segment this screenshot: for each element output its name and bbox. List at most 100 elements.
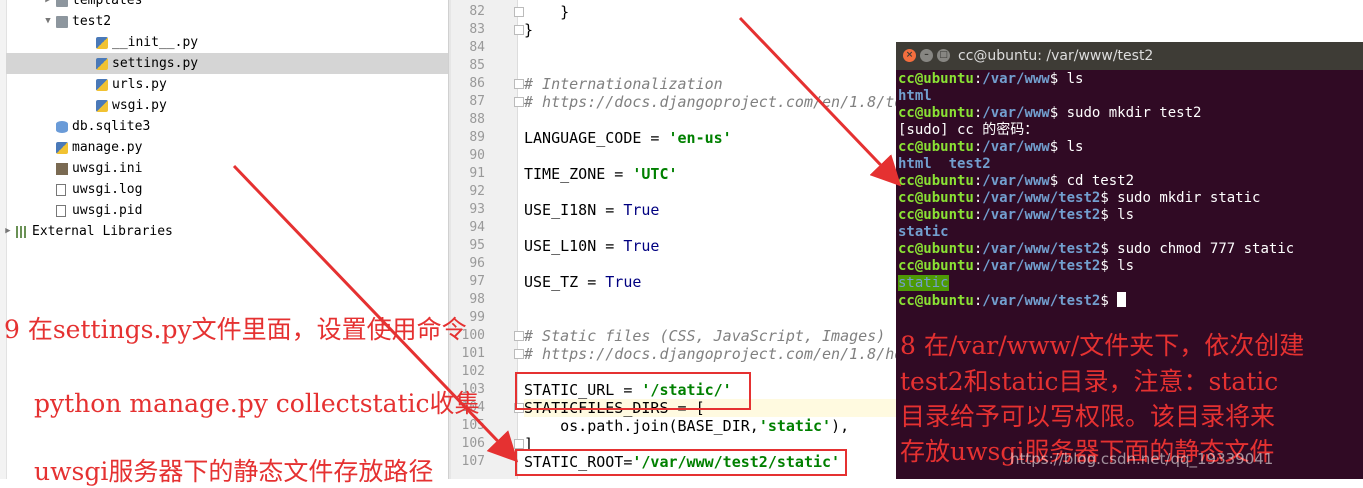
tree-item-label: uwsgi.ini bbox=[72, 161, 143, 176]
terminal-command-line: cc@ubuntu:/var/www$ cd test2 bbox=[898, 173, 1135, 189]
python-file-icon bbox=[96, 79, 108, 91]
terminal-output-line: html test2 bbox=[898, 156, 991, 172]
line-number: 86 bbox=[469, 76, 485, 91]
tree-item[interactable]: ▼ test2 bbox=[6, 11, 450, 32]
tree-item[interactable]: uwsgi.ini bbox=[6, 158, 450, 179]
tree-item-label: templates bbox=[72, 0, 143, 8]
library-icon bbox=[16, 226, 28, 238]
terminal-output-line: html bbox=[898, 88, 932, 104]
fold-marker-icon[interactable] bbox=[514, 7, 524, 17]
folder-icon bbox=[56, 0, 68, 7]
tree-item[interactable]: ▶ templates bbox=[6, 0, 450, 11]
tree-item[interactable]: uwsgi.log bbox=[6, 179, 450, 200]
terminal-command-line: cc@ubuntu:/var/www/test2$ sudo mkdir sta… bbox=[898, 190, 1261, 206]
fold-marker-icon[interactable] bbox=[514, 25, 524, 35]
python-file-icon bbox=[96, 37, 108, 49]
line-number: 89 bbox=[469, 130, 485, 145]
text-file-icon bbox=[56, 184, 66, 196]
code-line[interactable]: LANGUAGE_CODE = 'en-us' bbox=[524, 129, 732, 147]
code-line[interactable]: TIME_ZONE = 'UTC' bbox=[524, 165, 678, 183]
terminal-output-line: static bbox=[898, 224, 949, 240]
database-icon bbox=[56, 121, 68, 133]
line-number: 95 bbox=[469, 238, 485, 253]
chevron-right-icon[interactable]: ▶ bbox=[42, 0, 54, 11]
tree-item[interactable]: uwsgi.pid bbox=[6, 200, 450, 221]
chevron-down-icon[interactable]: ▼ bbox=[42, 11, 54, 32]
line-number: 82 bbox=[469, 4, 485, 19]
code-line[interactable]: } bbox=[524, 3, 569, 21]
terminal-command-line: cc@ubuntu:/var/www$ ls bbox=[898, 139, 1084, 155]
line-number: 87 bbox=[469, 94, 485, 109]
chevron-right-icon[interactable]: ▶ bbox=[2, 221, 14, 242]
tree-item-label: db.sqlite3 bbox=[72, 119, 151, 134]
tree-item-label: wsgi.py bbox=[112, 98, 167, 113]
python-file-icon bbox=[96, 58, 108, 70]
code-line[interactable]: # Static files (CSS, JavaScript, Images) bbox=[524, 327, 885, 345]
line-number: 98 bbox=[469, 292, 485, 307]
text-file-icon bbox=[56, 205, 66, 217]
annotation-step8-line1: 8 在/var/www/文件夹下，依次创建 bbox=[900, 331, 1305, 360]
line-number: 101 bbox=[461, 346, 485, 361]
line-number: 85 bbox=[469, 58, 485, 73]
annotation-step9-line2: python manage.py collectstatic收集 bbox=[34, 389, 480, 418]
code-line[interactable]: } bbox=[524, 21, 533, 39]
code-line[interactable]: USE_TZ = True bbox=[524, 273, 641, 291]
line-number: 91 bbox=[469, 166, 485, 181]
config-file-icon bbox=[56, 163, 68, 175]
python-file-icon bbox=[56, 142, 68, 154]
tree-item[interactable]: __init__.py bbox=[6, 32, 450, 53]
maximize-icon[interactable]: □ bbox=[937, 49, 950, 62]
tree-item[interactable]: wsgi.py bbox=[6, 95, 450, 116]
annotation-step8-line3: 目录给予可以写权限。该目录将来 bbox=[900, 402, 1276, 431]
line-number: 83 bbox=[469, 22, 485, 37]
minimize-icon[interactable]: – bbox=[920, 49, 933, 62]
line-number: 107 bbox=[461, 454, 485, 469]
tree-item-label: External Libraries bbox=[32, 224, 173, 239]
terminal-command-line: cc@ubuntu:/var/www/test2$ ls bbox=[898, 207, 1135, 223]
fold-marker-icon[interactable] bbox=[514, 79, 524, 89]
code-line[interactable]: USE_L10N = True bbox=[524, 237, 659, 255]
watermark: https://blog.csdn.net/qq_19339041 bbox=[1010, 450, 1274, 468]
tree-item[interactable]: ▶ External Libraries bbox=[5, 221, 450, 242]
line-number: 106 bbox=[461, 436, 485, 451]
fold-marker-icon[interactable] bbox=[514, 439, 524, 449]
terminal-output-line: [sudo] cc 的密码： bbox=[898, 122, 1039, 138]
tree-item-label: uwsgi.pid bbox=[72, 203, 143, 218]
annotation-step9-line3: uwsgi服务器下的静态文件存放路径 bbox=[34, 457, 434, 486]
tree-item[interactable]: settings.py bbox=[6, 53, 450, 74]
line-number: 88 bbox=[469, 112, 485, 127]
fold-marker-icon[interactable] bbox=[514, 349, 524, 359]
python-file-icon bbox=[96, 100, 108, 112]
tree-item-label: __init__.py bbox=[112, 35, 199, 50]
terminal-command-line: cc@ubuntu:/var/www$ ls bbox=[898, 71, 1084, 87]
line-number: 96 bbox=[469, 256, 485, 271]
terminal-output-line: static bbox=[898, 275, 949, 291]
code-line[interactable]: # Internationalization bbox=[524, 75, 723, 93]
annotation-step9-line1: 9 在settings.py文件里面，设置使用命令 bbox=[4, 315, 467, 344]
close-icon[interactable]: × bbox=[903, 49, 916, 62]
terminal-command-line: cc@ubuntu:/var/www$ sudo mkdir test2 bbox=[898, 105, 1202, 121]
terminal-title: cc@ubuntu: /var/www/test2 bbox=[958, 48, 1154, 64]
tree-item[interactable]: urls.py bbox=[6, 74, 450, 95]
tree-item-label: settings.py bbox=[112, 56, 199, 71]
highlight-box-static-root bbox=[515, 449, 847, 476]
code-line[interactable]: os.path.join(BASE_DIR,'static'), bbox=[524, 417, 849, 435]
tree-item-label: manage.py bbox=[72, 140, 143, 155]
line-number: 90 bbox=[469, 148, 485, 163]
line-number: 92 bbox=[469, 184, 485, 199]
code-line[interactable]: USE_I18N = True bbox=[524, 201, 659, 219]
line-number: 102 bbox=[461, 364, 485, 379]
terminal-command-line: cc@ubuntu:/var/www/test2$ ls bbox=[898, 258, 1135, 274]
annotation-step8-line2: test2和static目录，注意：static bbox=[900, 367, 1279, 396]
tree-item-label: uwsgi.log bbox=[72, 182, 143, 197]
tree-item[interactable]: manage.py bbox=[6, 137, 450, 158]
fold-marker-icon[interactable] bbox=[514, 97, 524, 107]
terminal-command-line: cc@ubuntu:/var/www/test2$ bbox=[898, 292, 1127, 309]
tree-item[interactable]: db.sqlite3 bbox=[6, 116, 450, 137]
folder-icon bbox=[56, 16, 68, 28]
tree-item-label: urls.py bbox=[112, 77, 167, 92]
terminal-titlebar[interactable]: × – □ cc@ubuntu: /var/www/test2 bbox=[896, 42, 1363, 70]
fold-marker-icon[interactable] bbox=[514, 331, 524, 341]
terminal-command-line: cc@ubuntu:/var/www/test2$ sudo chmod 777… bbox=[898, 241, 1295, 257]
highlight-box-static-url bbox=[515, 372, 751, 410]
